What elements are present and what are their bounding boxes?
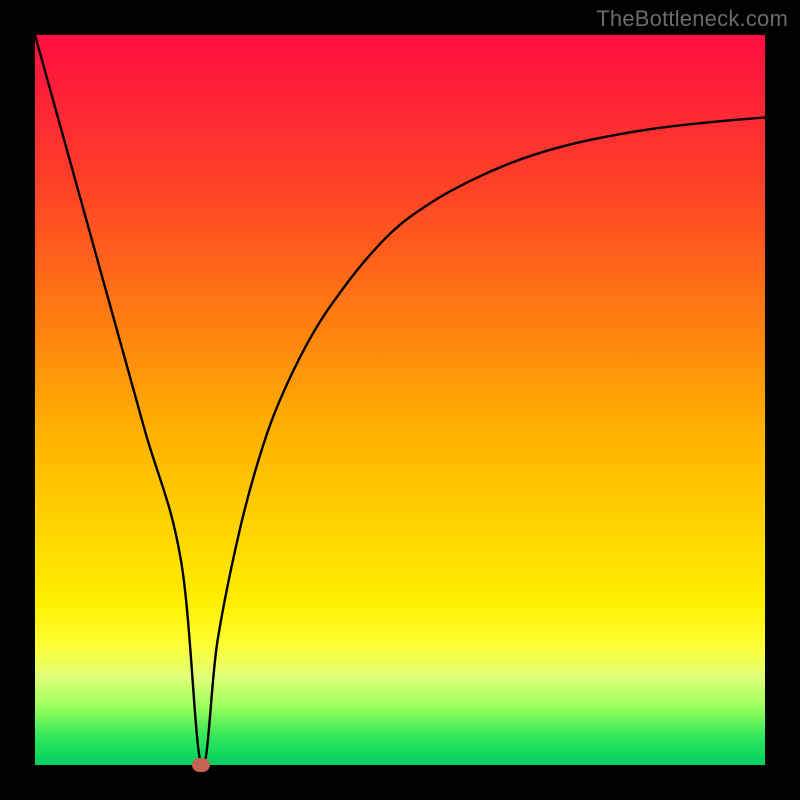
optimum-marker xyxy=(192,758,210,772)
watermark-text: TheBottleneck.com xyxy=(596,6,788,32)
plot-area xyxy=(35,35,765,765)
chart-frame: TheBottleneck.com xyxy=(0,0,800,800)
bottleneck-curve xyxy=(35,35,765,765)
